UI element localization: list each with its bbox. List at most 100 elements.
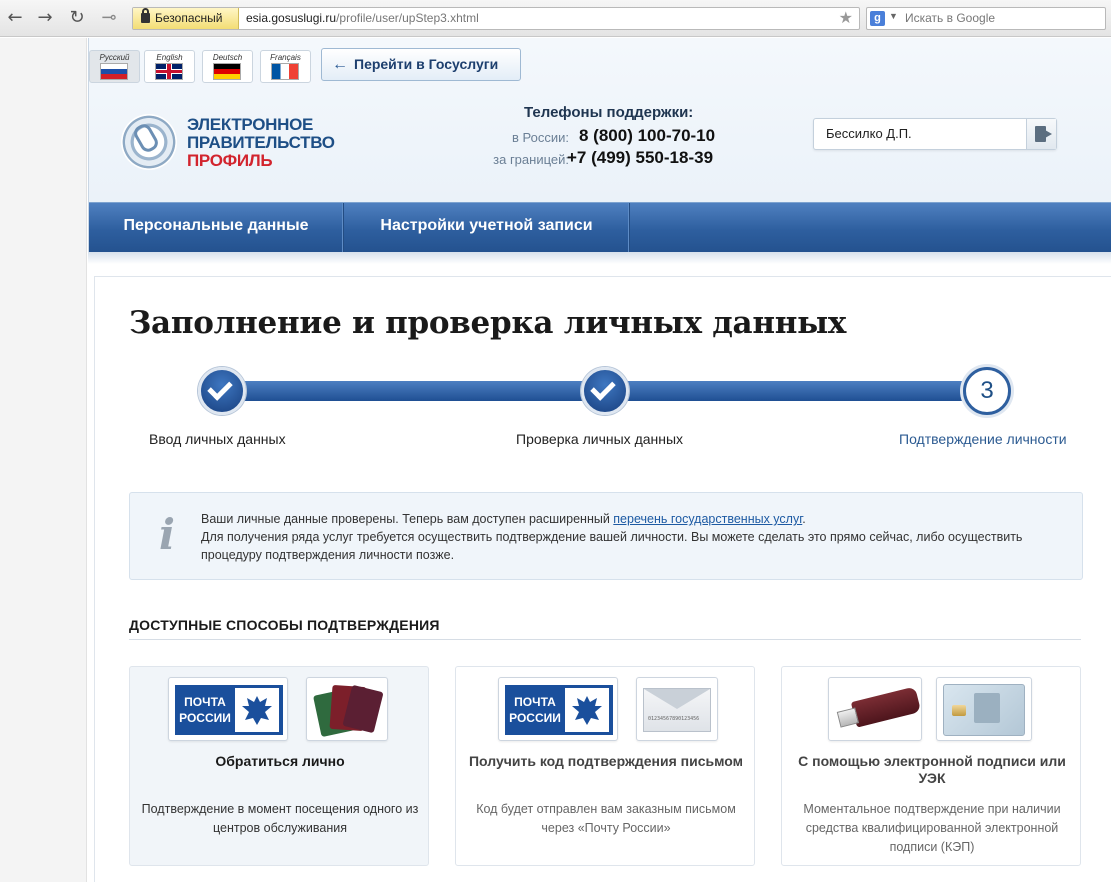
- step-1-done-icon: [198, 367, 246, 415]
- browser-toolbar: ← → ↻ ⊸ Безопасный esia.gosuslugi.ru/pro…: [0, 0, 1111, 37]
- lang-russian[interactable]: Русский: [89, 50, 140, 83]
- info-line1: Ваши личные данные проверены. Теперь вам…: [201, 512, 614, 526]
- russia-flag-icon: [100, 63, 128, 80]
- envelope-icon: 01234567890123456: [643, 688, 711, 732]
- uek-card-icon: [943, 684, 1025, 736]
- chevron-down-icon[interactable]: ▼: [889, 11, 898, 21]
- russian-post-logo: ПОЧТА РОССИИ: [168, 677, 288, 741]
- russian-post-icon: ПОЧТА РОССИИ: [505, 685, 613, 735]
- page-gutter: [0, 38, 87, 882]
- header-shadow: [88, 252, 1111, 264]
- logo-line-1: ЭЛЕКТРОННОЕ: [187, 115, 314, 134]
- support-title: Телефоны поддержки:: [524, 104, 694, 121]
- page-title: Заполнение и проверка личных данных: [129, 305, 847, 341]
- logo-line-2: ПРАВИТЕЛЬСТВО: [187, 133, 335, 152]
- back-icon[interactable]: ←: [4, 8, 26, 28]
- user-account-box[interactable]: Бессилко Д.П.: [813, 118, 1057, 150]
- eagle-emblem-icon: [235, 688, 279, 732]
- france-flag-icon: [271, 63, 299, 80]
- url-host: esia.gosuslugi.ru: [246, 11, 337, 25]
- checkmark-icon: [590, 375, 616, 401]
- method-title: Получить код подтверждения письмом: [468, 753, 744, 769]
- method-description: Код будет отправлен вам заказным письмом…: [476, 802, 736, 835]
- step-2-done-icon: [581, 367, 629, 415]
- lang-label: Français: [270, 53, 301, 62]
- section-divider: [129, 639, 1081, 640]
- key-icon[interactable]: ⊸: [98, 8, 120, 28]
- forward-icon[interactable]: →: [34, 8, 56, 28]
- goto-gosuslugi-button[interactable]: ← Перейти в Госуслуги: [321, 48, 521, 81]
- progress-stepper: 3 Ввод личных данных Проверка личных дан…: [95, 367, 1111, 447]
- method-title: С помощью электронной подписи или УЭК: [798, 753, 1066, 786]
- address-bar[interactable]: Безопасный esia.gosuslugi.ru/profile/use…: [132, 7, 860, 30]
- step-3-number: 3: [980, 377, 994, 404]
- card-chip-icon: [952, 705, 966, 716]
- section-title: ДОСТУПНЫЕ СПОСОБЫ ПОДТВЕРЖДЕНИЯ: [129, 617, 440, 633]
- search-input[interactable]: Искать в Google: [905, 8, 995, 29]
- secure-badge[interactable]: Безопасный: [133, 8, 239, 29]
- info-notice: i Ваши личные данные проверены. Теперь в…: [129, 492, 1083, 580]
- uek-card-image: [936, 677, 1032, 741]
- envelope-code: 01234567890123456: [648, 716, 700, 722]
- step-1-label: Ввод личных данных: [149, 431, 286, 447]
- post-logo-text: ПОЧТА РОССИИ: [509, 695, 561, 725]
- site-logo[interactable]: ЭЛЕКТРОННОЕ ПРАВИТЕЛЬСТВО ПРОФИЛЬ: [121, 110, 335, 174]
- support-phones: Телефоны поддержки: в России: 8 (800) 10…: [479, 104, 739, 174]
- usb-token-image: [828, 677, 922, 741]
- support-abroad-phone: +7 (499) 550-18-39: [567, 148, 714, 167]
- secure-label: Безопасный: [155, 11, 223, 25]
- method-letter-code[interactable]: ПОЧТА РОССИИ 01234567890123456 Получить …: [455, 666, 755, 866]
- logo-line-3: ПРОФИЛЬ: [187, 151, 273, 170]
- post-logo-text: ПОЧТА РОССИИ: [179, 695, 231, 725]
- main-content: Заполнение и проверка личных данных 3 Вв…: [94, 276, 1111, 882]
- e-government-emblem-icon: [121, 114, 177, 170]
- russian-post-logo: ПОЧТА РОССИИ: [498, 677, 618, 741]
- main-nav: Персональные данные Настройки учетной за…: [89, 202, 1111, 252]
- card-photo-icon: [974, 693, 1000, 723]
- logout-icon: [1035, 126, 1052, 142]
- passports-image: [306, 677, 388, 741]
- germany-flag-icon: [213, 63, 241, 80]
- lang-german[interactable]: Deutsch: [202, 50, 253, 83]
- nav-personal-data[interactable]: Персональные данные: [89, 203, 344, 252]
- info-icon: i: [159, 510, 175, 559]
- lock-icon: [141, 8, 150, 23]
- support-abroad-label: за границей:: [493, 152, 569, 167]
- info-text: Ваши личные данные проверены. Теперь вам…: [201, 510, 1061, 564]
- nav-account-settings[interactable]: Настройки учетной записи: [344, 203, 630, 252]
- method-in-person[interactable]: ПОЧТА РОССИИ Обратиться лично Подтвержде…: [129, 666, 429, 866]
- search-box[interactable]: g ▼ Искать в Google: [866, 7, 1106, 30]
- step-3-current: 3: [963, 367, 1011, 415]
- services-list-link[interactable]: перечень государственных услуг: [613, 512, 802, 526]
- site-header: Русский English Deutsch Français ← Перей…: [88, 38, 1111, 252]
- usb-token-icon: [850, 686, 922, 728]
- lang-french[interactable]: Français: [260, 50, 311, 83]
- method-description: Подтверждение в момент посещения одного …: [141, 802, 419, 835]
- user-name[interactable]: Бессилко Д.П.: [826, 119, 912, 149]
- reload-icon[interactable]: ↻: [66, 8, 88, 28]
- url-text[interactable]: esia.gosuslugi.ru/profile/user/upStep3.x…: [246, 8, 479, 29]
- step-2-label: Проверка личных данных: [516, 431, 684, 447]
- google-icon[interactable]: g: [870, 11, 885, 26]
- info-line2: Для получения ряда услуг требуется осуще…: [201, 530, 1023, 562]
- lang-english[interactable]: English: [144, 50, 195, 83]
- arrow-left-icon: ←: [332, 56, 348, 73]
- russian-post-icon: ПОЧТА РОССИИ: [175, 685, 283, 735]
- lang-label: Русский: [99, 53, 130, 62]
- info-line1-end: .: [802, 512, 806, 526]
- eagle-emblem-icon: [565, 688, 609, 732]
- bookmark-star-icon[interactable]: ★: [839, 9, 853, 29]
- method-title: Обратиться лично: [215, 753, 345, 769]
- lang-label: Deutsch: [212, 53, 243, 62]
- uk-flag-icon: [155, 63, 183, 80]
- method-electronic-signature[interactable]: С помощью электронной подписи или УЭК Мо…: [781, 666, 1081, 866]
- checkmark-icon: [207, 375, 233, 401]
- goto-gosuslugi-label: Перейти в Госуслуги: [354, 56, 499, 72]
- step-3-label: Подтверждение личности: [899, 431, 1067, 447]
- support-russia-label: в России:: [512, 130, 569, 145]
- url-path: /profile/user/upStep3.xhtml: [336, 11, 479, 25]
- method-description: Моментальное подтверждение при наличии с…: [803, 802, 1061, 854]
- support-russia-phone: 8 (800) 100-70-10: [579, 126, 716, 145]
- logout-button[interactable]: [1026, 119, 1056, 149]
- language-bar: Русский English Deutsch Français ← Перей…: [89, 38, 1111, 88]
